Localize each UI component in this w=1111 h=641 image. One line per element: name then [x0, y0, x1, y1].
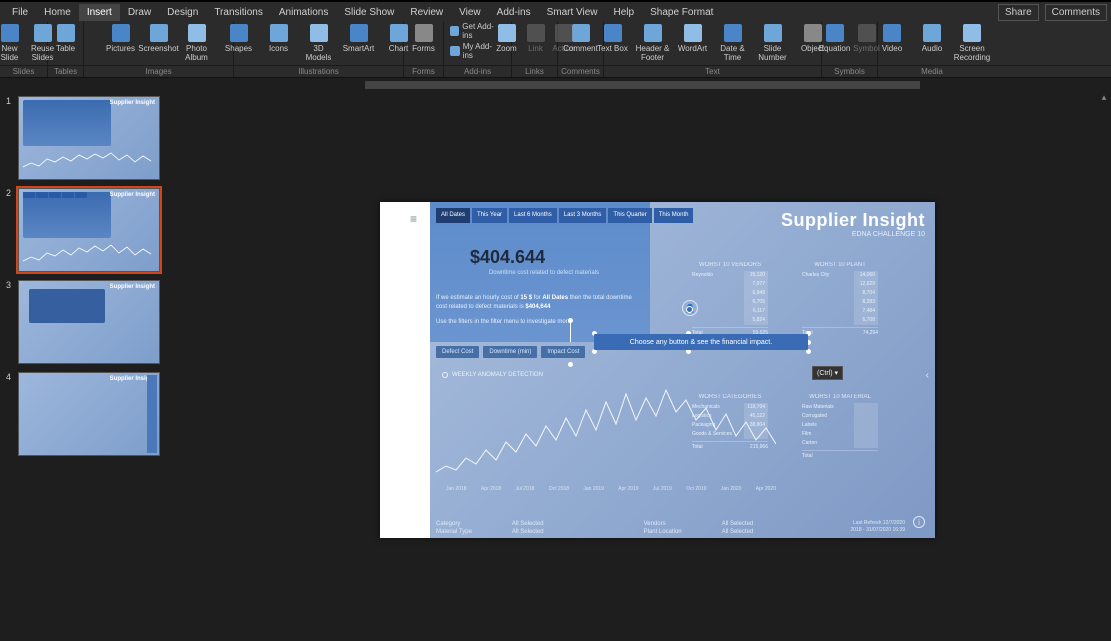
ribbon: New Slide Reuse Slides Table Pictures Sc… [0, 22, 1111, 66]
defect-cost-button[interactable]: Defect Cost [436, 346, 479, 358]
filter-tab[interactable]: This Month [654, 208, 694, 223]
chart-x-labels: Jan 2018Apr 2018Jul 2018Oct 2018Jan 2019… [446, 486, 776, 492]
collapse-arrow-icon[interactable]: ‹ [926, 370, 929, 381]
equation-button[interactable]: Equation [820, 24, 850, 53]
forms-button[interactable]: Forms [407, 24, 441, 53]
table-button[interactable]: Table [49, 24, 83, 53]
slide-number-button[interactable]: Slide Number [755, 24, 791, 62]
icons-button[interactable]: Icons [261, 24, 297, 53]
filter-tab[interactable]: All Dates [436, 208, 470, 223]
rotation-handle[interactable] [686, 306, 693, 313]
header-footer-button[interactable]: Header & Footer [635, 24, 671, 62]
hamburger-icon[interactable]: ≡ [410, 212, 417, 226]
menu-tab-transitions[interactable]: Transitions [206, 4, 271, 21]
slide-footer-right: Last Refresh 12/7/20202018 - 31/07/2020 … [851, 520, 906, 534]
new-slide-button[interactable]: New Slide [0, 24, 27, 62]
impact-cost-button[interactable]: Impact Cost [541, 346, 585, 358]
symbol-button[interactable]: Symbol [854, 24, 880, 53]
textbox-button[interactable]: Text Box [595, 24, 631, 53]
downtime-button[interactable]: Downtime (min) [483, 346, 537, 358]
menu-tab-draw[interactable]: Draw [120, 4, 159, 21]
ribbon-group-labels: Slides Tables Images Illustrations Forms… [0, 66, 1111, 78]
photo-album-button[interactable]: Photo Album [180, 24, 214, 62]
share-button[interactable]: Share [998, 4, 1039, 21]
thumb-number: 3 [6, 280, 14, 364]
vendors-card: WORST 10 VENDORSReynoldo15,1207,9776,948… [692, 262, 768, 336]
description-text: If we estimate an hourly cost of 15 $ fo… [436, 294, 642, 312]
slide-title: Supplier Insight EDNA CHALLENGE 10 [781, 210, 925, 238]
filter-tab[interactable]: This Year [472, 208, 507, 223]
thumb-number: 2 [6, 188, 14, 272]
filter-tab[interactable]: Last 6 Months [509, 208, 557, 223]
paste-options-button[interactable]: (Ctrl) ▾ [812, 366, 843, 380]
link-button[interactable]: Link [525, 24, 547, 53]
info-icon[interactable]: i [913, 516, 925, 528]
menu-tab-insert[interactable]: Insert [79, 4, 120, 21]
wordart-button[interactable]: WordArt [675, 24, 711, 53]
menu-tab-help[interactable]: Help [606, 4, 643, 21]
weekly-label: WEEKLY ANOMALY DETECTION [442, 372, 543, 378]
slide-thumbnail-2[interactable]: Supplier Insight [18, 188, 160, 272]
date-time-button[interactable]: Date & Time [715, 24, 751, 62]
slide-canvas[interactable]: ≡ All DatesThis YearLast 6 MonthsLast 3 … [184, 92, 1111, 641]
menu-tab-slide-show[interactable]: Slide Show [336, 4, 402, 21]
smartart-button[interactable]: SmartArt [341, 24, 377, 53]
slide-thumbnail-1[interactable]: Supplier Insight [18, 96, 160, 180]
cursor-icon [387, 385, 393, 394]
vertical-scrollbar[interactable]: ▴ [1097, 92, 1111, 641]
menu-tab-add-ins[interactable]: Add-ins [489, 4, 539, 21]
headline-subtitle: Downtime cost related to defect material… [454, 270, 634, 276]
audio-button[interactable]: Audio [914, 24, 950, 53]
slide[interactable]: ≡ All DatesThis YearLast 6 MonthsLast 3 … [380, 202, 935, 538]
material-card: WORST 10 MATERIALRaw MaterialsCorrugated… [802, 394, 878, 459]
slide-footer: CategoryMaterial Type All SelectedAll Se… [436, 520, 753, 536]
menu-bar: FileHomeInsertDrawDesignTransitionsAnima… [0, 2, 1111, 22]
slide-thumbnail-3[interactable]: Supplier Insight [18, 280, 160, 364]
headline-value: $404.644 [470, 247, 545, 268]
screenshot-button[interactable]: Screenshot [142, 24, 176, 53]
description-text-2: Use the filters in the filter menu to in… [436, 318, 571, 327]
menu-tab-design[interactable]: Design [159, 4, 206, 21]
share-label: Share [1005, 7, 1032, 18]
scroll-up-icon[interactable]: ▴ [1097, 92, 1111, 104]
selection-handle[interactable] [568, 318, 573, 323]
vertical-ruler [170, 92, 184, 641]
pictures-button[interactable]: Pictures [104, 24, 138, 53]
filter-tab[interactable]: Last 3 Months [559, 208, 607, 223]
thumb-number: 1 [6, 96, 14, 180]
slide-thumbnail-4[interactable]: Supplier Insight [18, 372, 160, 456]
menu-tab-review[interactable]: Review [402, 4, 451, 21]
callout-shape[interactable]: Choose any button & see the financial im… [594, 334, 808, 350]
plant-card: WORST 10 PLANTCharles City14,06012,6298,… [802, 262, 878, 336]
menu-tab-animations[interactable]: Animations [271, 4, 336, 21]
menu-tab-shape-format[interactable]: Shape Format [642, 4, 721, 21]
slide-thumbnail-panel[interactable]: 1 Supplier Insight 2 Supplier Insight 3 … [0, 92, 170, 641]
thumb-number: 4 [6, 372, 14, 456]
menu-tab-file[interactable]: File [4, 4, 36, 21]
selection-handle[interactable] [568, 362, 573, 367]
comments-button[interactable]: Comments [1045, 4, 1107, 21]
horizontal-ruler [0, 78, 1111, 92]
3d-models-button[interactable]: 3D Models [301, 24, 337, 62]
menu-tab-home[interactable]: Home [36, 4, 79, 21]
filter-tab[interactable]: This Quarter [608, 208, 651, 223]
shapes-button[interactable]: Shapes [221, 24, 257, 53]
screen-recording-button[interactable]: Screen Recording [954, 24, 990, 62]
comments-label: Comments [1052, 7, 1100, 18]
categories-card: WORST CATEGORIESMechanicals119,704Logist… [692, 394, 768, 450]
zoom-button[interactable]: Zoom [493, 24, 521, 53]
menu-tab-view[interactable]: View [451, 4, 489, 21]
action-button[interactable]: Action [551, 24, 577, 53]
menu-tab-smart-view[interactable]: Smart View [539, 4, 606, 21]
